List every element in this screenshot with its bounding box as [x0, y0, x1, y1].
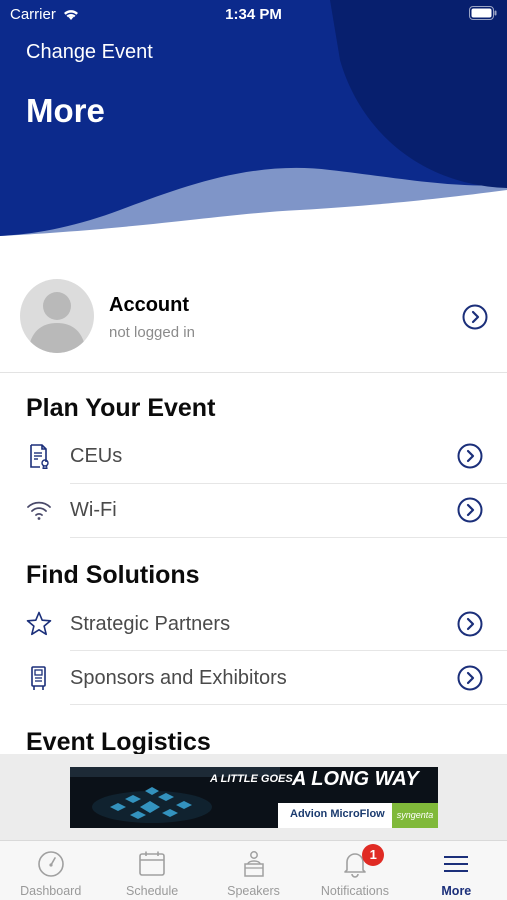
status-time: 1:34 PM	[225, 6, 282, 23]
calendar-icon	[139, 851, 165, 876]
notification-badge: 1	[362, 844, 385, 866]
person-placeholder-icon	[28, 292, 86, 353]
avatar	[20, 279, 94, 353]
chevron-right-icon[interactable]	[457, 611, 483, 637]
list-item-sponsors-exhibitors[interactable]: Sponsors and Exhibitors	[0, 651, 507, 705]
ad-brand: Advion MicroFlow	[290, 808, 385, 820]
menu-icon	[444, 856, 469, 872]
header: Carrier 1:34 PM Change Event More	[0, 0, 507, 240]
list-item-label: Strategic Partners	[70, 613, 231, 635]
tab-speakers[interactable]: Speakers	[203, 841, 304, 900]
list-item-label: Sponsors and Exhibitors	[70, 667, 287, 689]
ad-partner: syngenta	[392, 803, 438, 828]
chevron-right-icon[interactable]	[457, 443, 483, 469]
list-item-label: Wi-Fi	[70, 499, 117, 521]
tab-label: Schedule	[126, 884, 179, 898]
status-bar: Carrier 1:34 PM	[0, 0, 507, 30]
chevron-right-icon[interactable]	[457, 665, 483, 691]
list-item-label: CEUs	[70, 445, 123, 467]
section-title-find-solutions: Find Solutions	[26, 561, 200, 589]
ad-headline: A LONG WAY	[292, 768, 419, 790]
star-icon	[26, 611, 52, 636]
ad-area: A LITTLE GOES A LONG WAY Advion MicroFlo…	[0, 754, 507, 840]
tab-label: Speakers	[227, 884, 280, 898]
tab-schedule[interactable]: Schedule	[101, 841, 202, 900]
ad-tagline: A LITTLE GOES	[210, 773, 293, 785]
list-item-strategic-partners[interactable]: Strategic Partners	[0, 597, 507, 651]
change-event-link[interactable]: Change Event	[26, 41, 153, 64]
section-title-event-logistics: Event Logistics	[26, 728, 211, 756]
page-title: More	[26, 92, 105, 129]
ad-brand-bar: Advion MicroFlow syngenta	[278, 803, 438, 828]
account-name: Account	[109, 294, 189, 316]
wifi-icon	[27, 501, 51, 520]
advertisement-banner[interactable]: A LITTLE GOES A LONG WAY Advion MicroFlo…	[70, 767, 438, 828]
chevron-right-icon[interactable]	[462, 304, 488, 330]
gauge-icon	[37, 851, 64, 877]
tab-label: More	[441, 884, 472, 898]
account-status: not logged in	[109, 324, 195, 341]
battery-icon	[469, 6, 497, 20]
booth-icon	[31, 666, 46, 690]
tab-more[interactable]: More	[406, 841, 507, 900]
tab-notifications[interactable]: 1 Notifications	[304, 841, 405, 900]
account-row[interactable]: Account not logged in	[0, 272, 507, 372]
divider	[70, 704, 507, 705]
section-title-plan-your-event: Plan Your Event	[26, 394, 216, 422]
divider	[70, 537, 507, 538]
tab-label: Notifications	[320, 884, 389, 898]
tab-bar: Dashboard Schedule Speakers 1 Notificati…	[0, 840, 507, 900]
list-item-ceus[interactable]: CEUs	[0, 429, 507, 483]
certificate-icon	[30, 444, 49, 469]
tab-dashboard[interactable]: Dashboard	[0, 841, 101, 900]
tab-label: Dashboard	[20, 884, 82, 898]
divider	[0, 372, 507, 373]
speaker-icon	[243, 851, 264, 877]
list-item-wifi[interactable]: Wi-Fi	[0, 483, 507, 537]
chevron-right-icon[interactable]	[457, 497, 483, 523]
